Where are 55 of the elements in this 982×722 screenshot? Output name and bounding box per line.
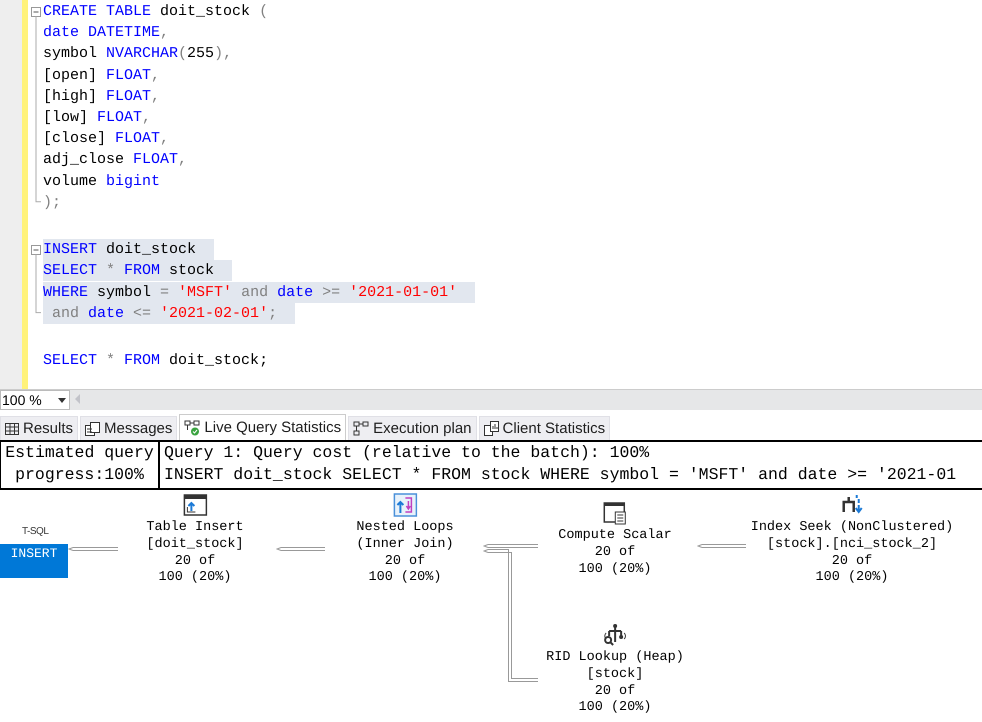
calculator-icon [603, 501, 627, 525]
plan-icon [353, 420, 370, 436]
rid-lookup-icon [603, 624, 627, 646]
stats-icon [484, 421, 499, 436]
code-line: [high] FLOAT, [43, 86, 160, 107]
tsql-caption: T-SQL [22, 526, 48, 537]
node-label: Compute Scalar [558, 528, 672, 545]
node-label: [doit_stock] [146, 536, 244, 554]
node-label: 20 of [594, 684, 636, 700]
code-line: SELECT * FROM doit_stock; [43, 351, 268, 372]
node-label: 20 of [174, 554, 216, 570]
table-insert-icon [183, 493, 207, 517]
document-icon [85, 422, 100, 436]
zoom-dropdown[interactable]: 100 % [0, 390, 70, 410]
node-label: 100 (20%) [158, 570, 232, 588]
result-tab[interactable]: Results [0, 416, 78, 440]
node-label: Index Seek (NonClustered) [750, 520, 954, 537]
result-tab[interactable]: Messages [80, 416, 178, 440]
node-label: 100 (20%) [578, 700, 652, 718]
query-cost-text: Query 1: Query cost (relative to the batch): 100% [164, 442, 650, 464]
node-label: 20 of [384, 554, 426, 570]
code-line: adj_close FLOAT, [43, 150, 188, 170]
query-text: INSERT doit_stock SELECT * FROM stock WHERE symbol = 'MSFT' and date >= '2021-01 [164, 464, 958, 486]
node-label: 100 (20%) [578, 562, 652, 578]
code-line: [low] FLOAT, [43, 108, 152, 128]
node-label: 20 of [594, 544, 636, 562]
flow-arrow [697, 542, 746, 550]
flow-arrow [483, 542, 538, 550]
nested-loops-icon [393, 493, 417, 517]
flow-arrow [68, 545, 118, 553]
flow-arrow [276, 545, 325, 553]
node-label: 100 (20%) [816, 570, 888, 588]
code-line: symbol NVARCHAR(255), [43, 44, 232, 64]
caret-icon [58, 398, 66, 402]
node-label: 20 of [832, 554, 872, 570]
code-line: [close] FLOAT, [43, 129, 170, 150]
node-label: [stock] [586, 666, 644, 684]
progress-text: Estimated query progress:100% [1, 442, 160, 488]
node-label: 100 (20%) [368, 570, 442, 588]
code-line: volume bigint [43, 172, 160, 192]
insert-node[interactable]: INSERT [0, 544, 68, 578]
result-tab[interactable]: Live Query Statistics [179, 414, 346, 440]
node-label: (Inner Join) [356, 536, 454, 554]
code-line: [open] FLOAT, [43, 66, 160, 86]
node-label: RID Lookup (Heap) [546, 650, 684, 667]
node-label: Nested Loops [356, 520, 454, 537]
node-label: Table Insert [146, 520, 244, 537]
plan-status-icon [184, 420, 200, 436]
result-tab[interactable]: Execution plan [348, 416, 477, 440]
code-line: ); [43, 192, 62, 213]
code-line: CREATE TABLE doit_stock ( [43, 2, 268, 22]
grid-icon [5, 422, 19, 434]
node-label: [stock].[nci_stock_2] [766, 536, 938, 554]
result-tab[interactable]: Client Statistics [478, 416, 610, 440]
code-line: date DATETIME, [43, 23, 170, 44]
